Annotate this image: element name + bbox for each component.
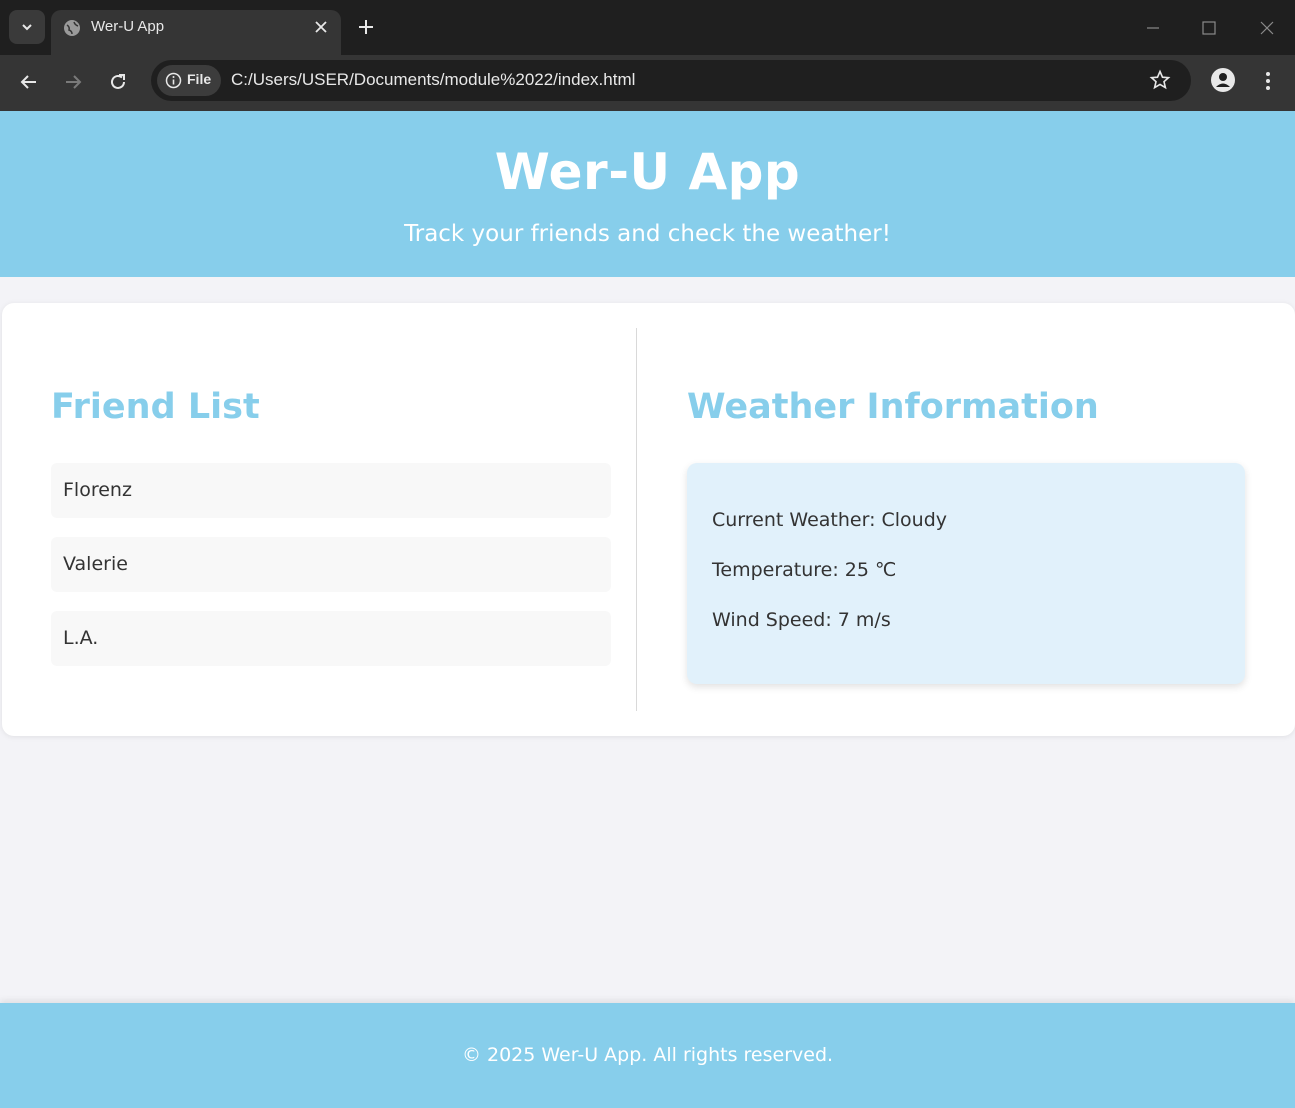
site-header: Wer-U App Track your friends and check t…: [0, 111, 1295, 277]
current-weather-text: Current Weather: Cloudy: [712, 509, 948, 531]
weather-panel: Current Weather: Cloudy Temperature: 25 …: [687, 463, 1245, 684]
address-bar[interactable]: File C:/Users/USER/Documents/module%2022…: [151, 60, 1191, 101]
maximize-icon[interactable]: [1199, 18, 1219, 38]
friend-list-item[interactable]: Florenz: [51, 463, 611, 518]
chevron-down-icon: [22, 24, 32, 31]
forward-arrow-icon[interactable]: [61, 70, 85, 94]
globe-icon: [64, 20, 80, 36]
friend-list-item[interactable]: Valerie: [51, 537, 611, 592]
friend-list-title: Friend List: [51, 387, 260, 427]
minimize-icon[interactable]: [1143, 18, 1163, 38]
site-footer: © 2025 Wer-U App. All rights reserved.: [0, 1003, 1295, 1108]
url-text[interactable]: C:/Users/USER/Documents/module%2022/inde…: [231, 70, 635, 90]
site-subtitle: Track your friends and check the weather…: [404, 221, 891, 247]
info-icon: [165, 72, 182, 89]
reload-icon[interactable]: [106, 70, 130, 94]
close-tab-icon[interactable]: [313, 19, 329, 35]
site-title: Wer-U App: [494, 143, 801, 201]
back-arrow-icon[interactable]: [17, 70, 41, 94]
page-body: Wer-U App Track your friends and check t…: [0, 111, 1295, 1108]
bookmark-star-icon[interactable]: [1149, 69, 1171, 91]
weather-title: Weather Information: [687, 387, 1099, 427]
tab-title: Wer-U App: [91, 18, 165, 35]
profile-avatar-icon[interactable]: [1210, 67, 1236, 93]
section-divider: [636, 328, 637, 711]
close-window-icon[interactable]: [1257, 18, 1277, 38]
browser-tab[interactable]: Wer-U App: [51, 10, 341, 55]
chip-label: File: [187, 71, 212, 87]
more-menu-icon[interactable]: [1258, 69, 1278, 93]
browser-titlebar: Wer-U App: [0, 0, 1295, 55]
wind-speed-text: Wind Speed: 7 m/s: [712, 609, 891, 631]
new-tab-icon[interactable]: [355, 16, 377, 38]
browser-toolbar: File C:/Users/USER/Documents/module%2022…: [0, 55, 1295, 111]
tab-search-button[interactable]: [9, 10, 45, 44]
temperature-text: Temperature: 25 ℃: [712, 559, 897, 581]
friend-list-item[interactable]: L.A.: [51, 611, 611, 666]
site-info-chip[interactable]: File: [157, 65, 221, 96]
footer-copyright: © 2025 Wer-U App. All rights reserved.: [461, 1044, 834, 1066]
main-card: Friend List Florenz Valerie L.A. Weather…: [2, 303, 1295, 736]
